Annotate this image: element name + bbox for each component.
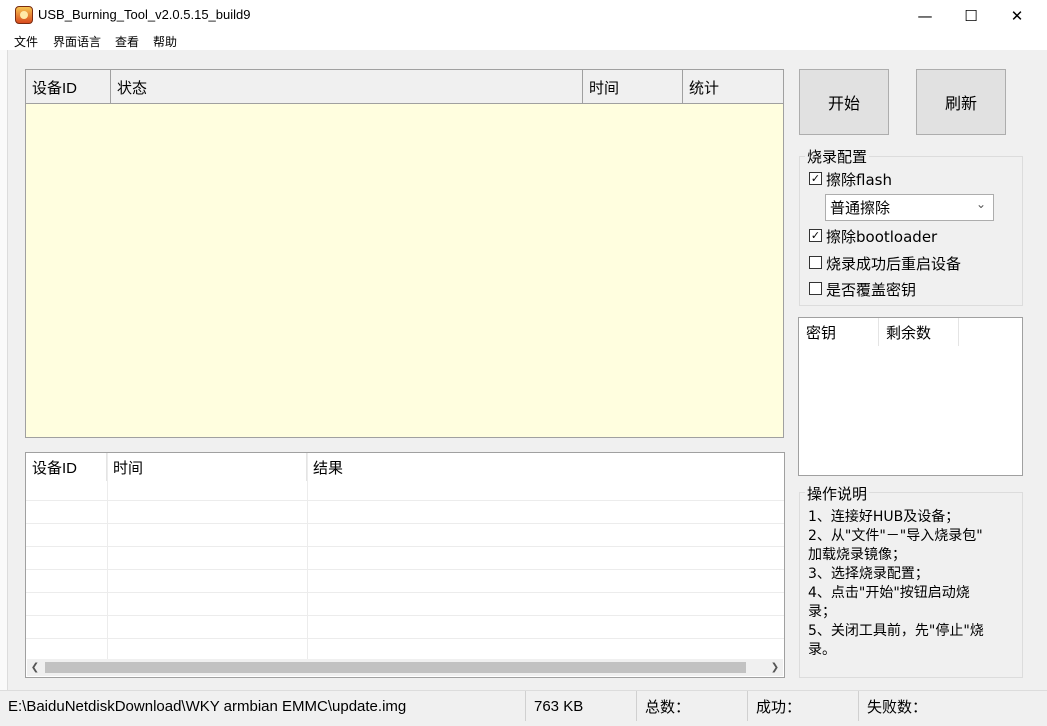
- erase-bootloader-label: 擦除bootloader: [826, 228, 938, 246]
- instructions-title: 操作说明: [805, 483, 870, 504]
- column-status[interactable]: 状态: [111, 70, 583, 104]
- key-table[interactable]: 密钥 剩余数: [798, 317, 1023, 476]
- menu-help[interactable]: 帮助: [153, 33, 177, 50]
- grid-line: [26, 592, 784, 593]
- overwrite-key-checkbox[interactable]: [809, 282, 822, 295]
- instruction-line: 4、点击"开始"按钮启动烧: [808, 585, 970, 601]
- reboot-after-checkbox[interactable]: [809, 256, 822, 269]
- grid-line: [107, 453, 108, 659]
- log-column-device-id[interactable]: 设备ID: [26, 453, 107, 481]
- status-fail: 失败数：: [867, 698, 928, 716]
- grid-line: [26, 523, 784, 524]
- status-total: 总数：: [637, 691, 748, 721]
- log-column-time[interactable]: 时间: [107, 453, 307, 481]
- log-column-result[interactable]: 结果: [307, 453, 784, 481]
- key-column-remaining[interactable]: 剩余数: [879, 318, 959, 346]
- column-stats[interactable]: 统计: [683, 70, 783, 104]
- log-table[interactable]: 设备ID 时间 结果 ❮ ❯: [25, 452, 785, 678]
- device-table[interactable]: 设备ID 状态 时间 统计: [25, 69, 784, 438]
- grid-line: [26, 569, 784, 570]
- instructions-text: 1、连接好HUB及设备； 2、从"文件"－"导入烧录包" 加载烧录镜像； 3、选…: [808, 508, 1013, 660]
- reboot-after-label: 烧录成功后重启设备: [826, 255, 962, 273]
- menu-language[interactable]: 界面语言: [53, 33, 101, 50]
- grid-line: [26, 546, 784, 547]
- grid-line: [26, 500, 784, 501]
- column-device-id[interactable]: 设备ID: [26, 70, 111, 104]
- maximize-button[interactable]: ☐: [948, 0, 994, 31]
- title-bar: USB_Burning_Tool_v2.0.5.15_build9 — ☐ ✕: [0, 0, 1047, 31]
- instruction-line: 录；: [808, 604, 836, 620]
- horizontal-scrollbar[interactable]: ❮ ❯: [27, 659, 783, 676]
- burn-config-title: 烧录配置: [805, 146, 870, 167]
- device-table-header: 设备ID 状态 时间 统计: [26, 70, 783, 104]
- instruction-line: 录。: [808, 642, 836, 658]
- menu-file[interactable]: 文件: [14, 33, 38, 50]
- grid-line: [26, 638, 784, 639]
- window-edge: [0, 50, 8, 690]
- window-title: USB_Burning_Tool_v2.0.5.15_build9: [38, 7, 251, 22]
- status-file-path: E:\BaiduNetdiskDownload\WKY armbian EMMC…: [0, 691, 526, 721]
- status-success: 成功：: [748, 691, 859, 721]
- start-button[interactable]: 开始: [799, 69, 889, 135]
- column-time[interactable]: 时间: [583, 70, 683, 104]
- menu-view[interactable]: 查看: [115, 33, 139, 50]
- close-button[interactable]: ✕: [994, 0, 1040, 31]
- instruction-line: 加载烧录镜像；: [808, 547, 906, 563]
- status-file-size: 763 KB: [526, 691, 637, 721]
- chevron-down-icon: ⌄: [976, 197, 987, 211]
- menu-bar: 文件 界面语言 查看 帮助: [0, 31, 1047, 50]
- erase-mode-select[interactable]: 普通擦除: [825, 194, 994, 221]
- erase-bootloader-checkbox[interactable]: ✓: [809, 229, 822, 242]
- scroll-left-icon[interactable]: ❮: [27, 659, 43, 676]
- instruction-line: 1、连接好HUB及设备；: [808, 509, 960, 525]
- scrollbar-thumb[interactable]: [45, 662, 746, 673]
- instruction-line: 3、选择烧录配置；: [808, 566, 929, 582]
- key-column-key[interactable]: 密钥: [799, 318, 879, 346]
- status-bar: E:\BaiduNetdiskDownload\WKY armbian EMMC…: [0, 690, 1047, 726]
- grid-line: [26, 615, 784, 616]
- app-icon: [15, 6, 33, 24]
- scroll-right-icon[interactable]: ❯: [767, 659, 783, 676]
- erase-flash-checkbox[interactable]: ✓: [809, 172, 822, 185]
- erase-flash-label: 擦除flash: [826, 171, 892, 189]
- minimize-button[interactable]: —: [902, 0, 948, 31]
- instruction-line: 2、从"文件"－"导入烧录包": [808, 528, 983, 544]
- instruction-line: 5、关闭工具前，先"停止"烧: [808, 623, 984, 639]
- overwrite-key-label: 是否覆盖密钥: [826, 281, 917, 299]
- refresh-button[interactable]: 刷新: [916, 69, 1006, 135]
- grid-line: [307, 453, 308, 659]
